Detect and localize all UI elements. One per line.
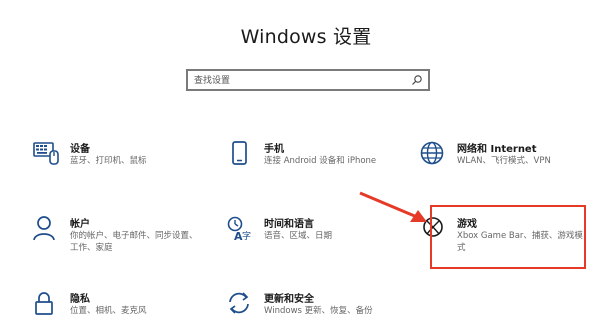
tile-network[interactable]: 网络和 Internet WLAN、飞行模式、VPN (419, 140, 589, 190)
tile-name: 更新和安全 (264, 294, 314, 305)
svg-text:字: 字 (242, 230, 251, 242)
tile-devices[interactable]: 设备 蓝牙、打印机、鼠标 (32, 140, 202, 190)
phone-icon (226, 140, 254, 168)
globe-icon (419, 140, 447, 168)
search-icon[interactable] (411, 74, 423, 86)
sync-icon (226, 290, 254, 318)
highlight-box (430, 205, 586, 269)
arrow-annotation (359, 191, 427, 222)
tile-name: 网络和 Internet (457, 144, 537, 155)
page-title: Windows 设置 (240, 26, 372, 48)
lock-icon (32, 290, 60, 318)
tile-description: WLAN、飞行模式、VPN (457, 156, 551, 166)
search-input[interactable] (194, 73, 394, 89)
tile-accounts[interactable]: 帐户 你的帐户、电子邮件、同步设置、工作、家庭 (32, 215, 202, 265)
tile-name: 设备 (70, 144, 90, 155)
tile-privacy[interactable]: 隐私 位置、相机、麦克风 (32, 290, 202, 325)
tile-name: 时间和语言 (264, 219, 314, 230)
devices-icon (32, 140, 60, 168)
tile-description: 连接 Android 设备和 iPhone (264, 156, 377, 166)
tile-name: 隐私 (70, 294, 90, 305)
tile-description: Windows 更新、恢复、备份 (264, 306, 373, 316)
tile-name: 手机 (264, 144, 284, 155)
tile-phone[interactable]: 手机 连接 Android 设备和 iPhone (226, 140, 396, 190)
tile-description: 你的帐户、电子邮件、同步设置、工作、家庭 (70, 231, 198, 253)
tile-description: 蓝牙、打印机、鼠标 (70, 156, 147, 166)
tile-name: 帐户 (70, 219, 90, 230)
tile-description: 位置、相机、麦克风 (70, 306, 147, 316)
search-box[interactable] (186, 69, 430, 91)
person-icon (32, 215, 60, 243)
tile-update-security[interactable]: 更新和安全 Windows 更新、恢复、备份 (226, 290, 396, 325)
tile-description: 语音、区域、日期 (264, 231, 333, 241)
settings-window: Windows 设置 设备 蓝牙、打印机、鼠标 (0, 0, 600, 325)
time-language-icon: A 字 (226, 215, 254, 243)
